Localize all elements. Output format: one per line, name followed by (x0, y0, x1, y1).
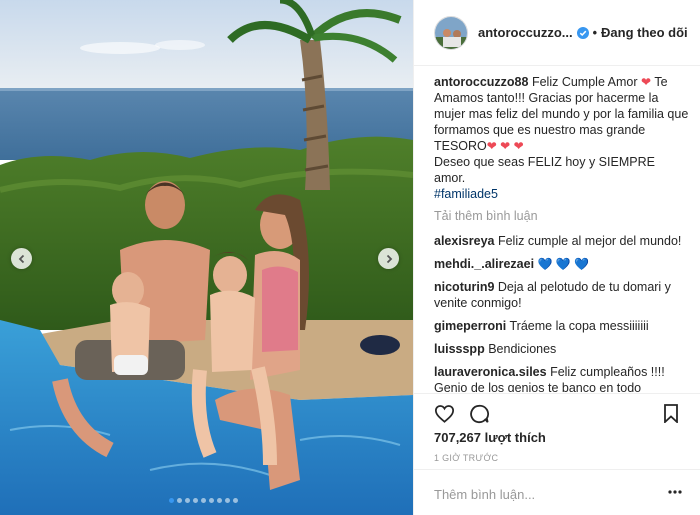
header-separator: • (592, 25, 598, 40)
post-timestamp: 1 GIỜ TRƯỚC (434, 453, 499, 463)
slide-indicator (169, 498, 238, 503)
comment-item: gimeperroni Tráeme la copa messiiiiiii (434, 318, 689, 334)
more-options-icon[interactable] (668, 487, 682, 497)
slide-dot (169, 498, 174, 503)
chevron-right-icon (386, 254, 392, 263)
post-sidebar: antoroccuzzo... • Đang theo dõi antorocc… (413, 0, 700, 515)
comment-item: alexisreya Feliz cumple al mejor del mun… (434, 233, 689, 249)
comment-text: Bendiciones (488, 342, 557, 356)
add-comment-input[interactable]: Thêm bình luận... (434, 487, 535, 502)
slide-dot (217, 498, 222, 503)
chevron-left-icon (18, 254, 24, 263)
comment-username[interactable]: alexisreya (434, 234, 494, 248)
slide-dot (233, 498, 238, 503)
comment-text: Tráeme la copa messiiiiiii (509, 319, 649, 333)
slide-dot (201, 498, 206, 503)
comment-username[interactable]: mehdi._.alirezaei (434, 257, 534, 271)
avatar[interactable] (434, 15, 468, 50)
avatar-image (435, 16, 467, 49)
comment-item: luissspp Bendiciones (434, 341, 689, 357)
comment-icon[interactable] (469, 404, 489, 424)
likes-count[interactable]: 707,267 lượt thích (434, 430, 546, 445)
comment-item: lauraveronica.siles Feliz cumpleaños !!!… (434, 364, 689, 392)
slide-dot (177, 498, 182, 503)
comments-list: antoroccuzzo88 Feliz Cumple Amor ❤ Te Am… (434, 74, 689, 392)
caption-username[interactable]: antoroccuzzo88 (434, 75, 528, 89)
action-bar (414, 393, 700, 431)
red-heart-emoji: ❤ (641, 75, 652, 89)
following-button[interactable]: Đang theo dõi (601, 25, 688, 40)
previous-slide-button[interactable] (11, 248, 32, 269)
comment-item: nicoturin9 Deja al pelotudo de tu domari… (434, 279, 689, 311)
slide-dot (193, 498, 198, 503)
post-header: antoroccuzzo... • Đang theo dõi (414, 0, 700, 66)
comment-username[interactable]: lauraveronica.siles (434, 365, 547, 379)
verified-badge-icon (576, 26, 589, 39)
bookmark-icon[interactable] (664, 404, 678, 423)
post-author-username[interactable]: antoroccuzzo... (478, 25, 573, 40)
heart-icon[interactable] (434, 404, 455, 423)
slide-dot (209, 498, 214, 503)
post-photo[interactable] (0, 0, 413, 515)
red-heart-emoji: ❤ ❤ ❤ (486, 139, 524, 153)
photo-illustration (0, 0, 413, 515)
next-slide-button[interactable] (378, 248, 399, 269)
post-caption: antoroccuzzo88 Feliz Cumple Amor ❤ Te Am… (434, 74, 689, 202)
instagram-post: antoroccuzzo... • Đang theo dõi antorocc… (0, 0, 700, 515)
caption-line-3: Deseo que seas FELIZ hoy y SIEMPRE amor. (434, 155, 655, 185)
comment-item: mehdi._.alirezaei 💙 💙 💙 (434, 256, 689, 272)
add-comment-section: Thêm bình luận... (414, 469, 700, 515)
caption-line-1: Feliz Cumple Amor (531, 75, 638, 89)
comment-username[interactable]: nicoturin9 (434, 280, 494, 294)
hashtag-link[interactable]: #familiade5 (434, 187, 498, 201)
comment-username[interactable]: gimeperroni (434, 319, 506, 333)
load-more-comments-link[interactable]: Tải thêm bình luận (434, 208, 689, 224)
comment-text: Feliz cumple al mejor del mundo! (497, 234, 682, 248)
slide-dot (185, 498, 190, 503)
blue-heart-emoji: 💙 💙 💙 (537, 257, 590, 271)
comment-username[interactable]: luissspp (434, 342, 485, 356)
slide-dot (225, 498, 230, 503)
